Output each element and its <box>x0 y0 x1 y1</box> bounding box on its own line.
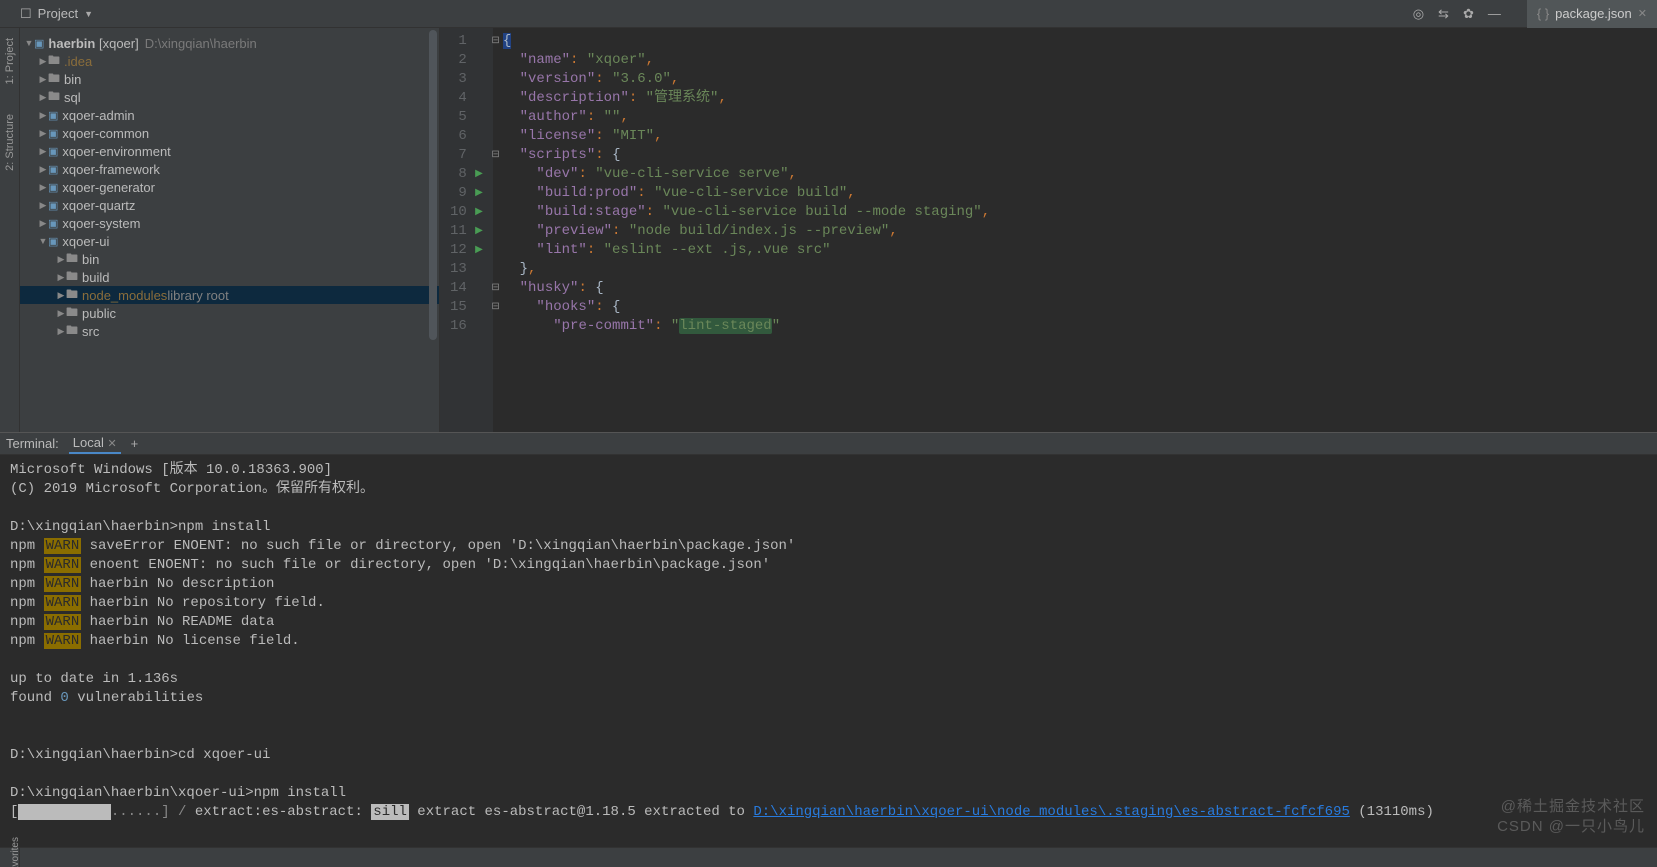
tree-item[interactable]: ▶🖿build <box>20 268 439 286</box>
tree-item[interactable]: ▼▣xqoer-ui <box>20 232 439 250</box>
sidebar-tab-project[interactable]: 1: Project <box>4 38 16 84</box>
tree-item[interactable]: ▶▣xqoer-common <box>20 124 439 142</box>
tree-item[interactable]: ▶🖿.idea <box>20 52 439 70</box>
tree-item[interactable]: ▶🖿bin <box>20 250 439 268</box>
sidebar-tab-structure[interactable]: 2: Structure <box>4 114 16 171</box>
tree-item[interactable]: ▶▣xqoer-admin <box>20 106 439 124</box>
terminal-body[interactable]: Microsoft Windows [版本 10.0.18363.900](C)… <box>0 455 1657 847</box>
tree-item[interactable]: ▶🖿bin <box>20 70 439 88</box>
editor: 1⊟234567⊟8▶9▶10▶11▶12▶1314⊟15⊟16 { "name… <box>440 28 1657 432</box>
tree-item[interactable]: ▶🖿public <box>20 304 439 322</box>
terminal-title: Terminal: <box>6 436 59 451</box>
tree-item[interactable]: ▶🖿node_modules library root <box>20 286 439 304</box>
terminal-tab-local[interactable]: Local ✕ <box>69 433 121 454</box>
tree-item[interactable]: ▶▣xqoer-environment <box>20 142 439 160</box>
tree-item[interactable]: ▶▣xqoer-quartz <box>20 196 439 214</box>
close-icon[interactable]: ✕ <box>1638 7 1647 20</box>
editor-code[interactable]: { "name": "xqoer", "version": "3.6.0", "… <box>493 28 1000 432</box>
sidebar-tab-favorites[interactable]: 2: Favorites <box>0 837 21 867</box>
project-view-icon[interactable]: ☐ <box>20 6 32 22</box>
scrollbar[interactable] <box>429 30 437 340</box>
project-panel: ▼▣haerbin [xqoer]D:\xingqian\haerbin▶🖿.i… <box>20 28 440 432</box>
gear-icon[interactable]: ✿ <box>1463 6 1474 22</box>
tree-item[interactable]: ▶▣xqoer-generator <box>20 178 439 196</box>
add-terminal-button[interactable]: + <box>131 436 139 451</box>
toolbar: ☐ Project ▼ ◎ ⇆ ✿ — { } package.json ✕ <box>0 0 1657 28</box>
tree-item[interactable]: ▶▣xqoer-framework <box>20 160 439 178</box>
filter-icon[interactable]: ⇆ <box>1438 6 1449 22</box>
project-tree[interactable]: ▼▣haerbin [xqoer]D:\xingqian\haerbin▶🖿.i… <box>20 28 439 432</box>
tree-item[interactable]: ▶🖿src <box>20 322 439 340</box>
close-icon[interactable]: ✕ <box>107 438 116 450</box>
project-dropdown[interactable]: Project <box>38 6 78 21</box>
editor-tab[interactable]: { } package.json ✕ <box>1527 0 1657 28</box>
target-icon[interactable]: ◎ <box>1413 6 1424 22</box>
editor-gutter[interactable]: 1⊟234567⊟8▶9▶10▶11▶12▶1314⊟15⊟16 <box>440 28 493 432</box>
tree-item[interactable]: ▶▣xqoer-system <box>20 214 439 232</box>
json-file-icon: { } <box>1537 6 1549 21</box>
editor-tab-label: package.json <box>1555 6 1632 21</box>
tree-root[interactable]: ▼▣haerbin [xqoer]D:\xingqian\haerbin <box>20 34 439 52</box>
chevron-down-icon[interactable]: ▼ <box>84 9 93 19</box>
terminal-panel: Terminal: Local ✕ + Microsoft Windows [版… <box>0 432 1657 847</box>
tree-item[interactable]: ▶🖿sql <box>20 88 439 106</box>
status-bar: 2: Favorites <box>0 847 1657 867</box>
watermark: @稀土掘金技术社区 CSDN @一只小鸟儿 <box>1497 797 1645 837</box>
minimize-icon[interactable]: — <box>1488 6 1501 21</box>
tool-window-bar-left: 1: Project 2: Structure <box>0 28 20 432</box>
